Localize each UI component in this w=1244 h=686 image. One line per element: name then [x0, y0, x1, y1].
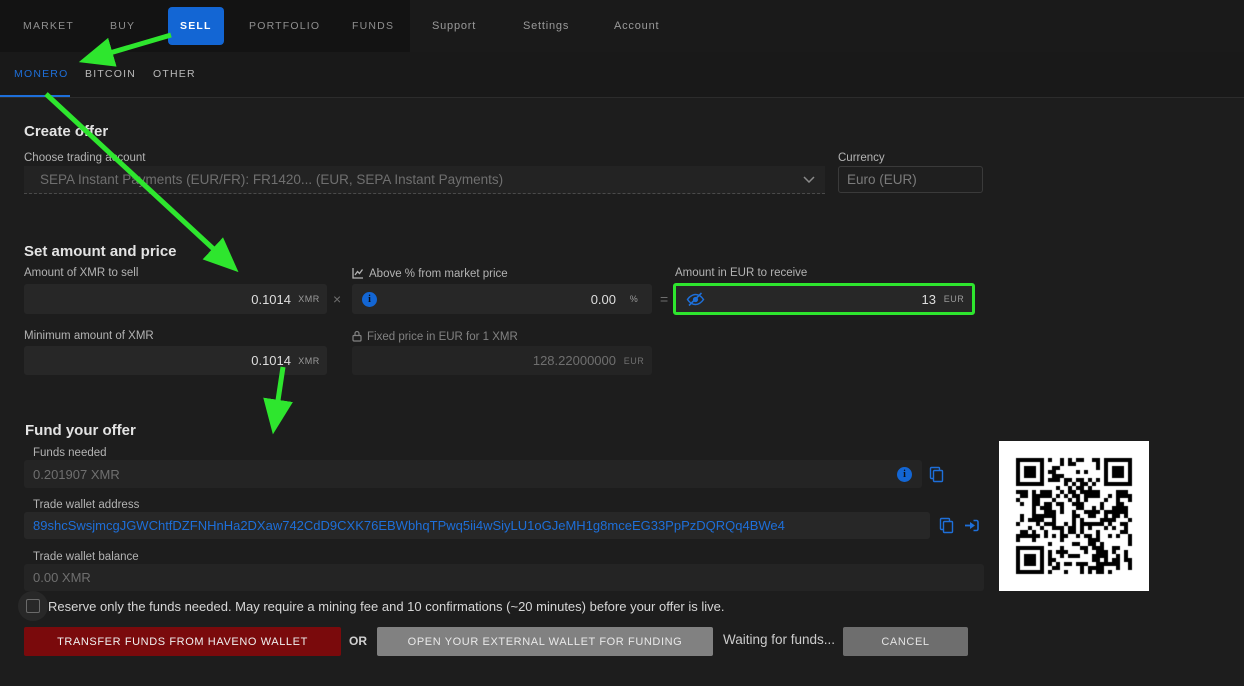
amount-price-heading: Set amount and price	[24, 243, 177, 260]
trading-account-select[interactable]: SEPA Instant Payments (EUR/FR): FR1420..…	[24, 166, 825, 194]
funds-needed-input[interactable]	[24, 467, 887, 482]
nav-item-sell[interactable]: SELL	[168, 7, 224, 45]
market-pct-field: i %	[352, 284, 652, 314]
info-icon[interactable]: i	[362, 292, 377, 307]
cancel-button[interactable]: CANCEL	[843, 627, 968, 656]
receive-amount-label: Amount in EUR to receive	[675, 267, 807, 279]
wallet-balance-label: Trade wallet balance	[33, 551, 139, 563]
wallet-address-field	[24, 512, 930, 539]
eur-suffix: EUR	[936, 294, 972, 304]
chevron-down-icon	[803, 176, 815, 183]
equals-sign: =	[660, 291, 668, 307]
multiply-sign: ×	[333, 291, 341, 307]
tab-other[interactable]: OTHER	[153, 52, 196, 97]
fund-offer-heading: Fund your offer	[25, 422, 136, 439]
lock-icon	[352, 330, 362, 345]
tab-monero[interactable]: MONERO	[14, 52, 68, 97]
fixed-price-label: Fixed price in EUR for 1 XMR	[352, 330, 518, 345]
wallet-address-input[interactable]	[24, 518, 930, 533]
trading-account-value: SEPA Instant Payments (EUR/FR): FR1420..…	[40, 172, 503, 187]
copy-funds-icon[interactable]	[928, 466, 945, 483]
amount-to-sell-field: XMR	[24, 284, 327, 314]
nav-item-account[interactable]: Account	[614, 0, 659, 52]
min-amount-suffix: XMR	[291, 356, 327, 366]
or-label: OR	[349, 634, 367, 648]
reserve-note: Reserve only the funds needed. May requi…	[48, 599, 725, 614]
nav-item-market[interactable]: MARKET	[23, 0, 74, 52]
nav-item-settings[interactable]: Settings	[523, 0, 569, 52]
active-tab-underline	[0, 95, 70, 97]
wallet-address-label: Trade wallet address	[33, 499, 139, 511]
transfer-funds-button[interactable]: TRANSFER FUNDS FROM HAVENO WALLET	[24, 627, 341, 656]
currency-label: Currency	[838, 152, 885, 164]
nav-item-buy[interactable]: BUY	[110, 0, 135, 52]
pct-suffix: %	[616, 294, 652, 304]
fixed-price-input[interactable]	[352, 353, 616, 368]
receive-amount-input[interactable]	[705, 292, 936, 307]
currency-tabs: MONERO BITCOIN OTHER	[0, 52, 1244, 98]
create-offer-heading: Create offer	[24, 123, 108, 140]
eye-slash-icon[interactable]	[686, 292, 705, 307]
top-navigation: MARKET BUY SELL PORTFOLIO FUNDS Support …	[0, 0, 1244, 52]
minimum-amount-field: XMR	[24, 346, 327, 375]
nav-item-portfolio[interactable]: PORTFOLIO	[249, 0, 320, 52]
nav-item-funds[interactable]: FUNDS	[352, 0, 394, 52]
amount-to-sell-input[interactable]	[24, 292, 291, 307]
tab-bitcoin[interactable]: BITCOIN	[85, 52, 136, 97]
funds-needed-label: Funds needed	[33, 447, 107, 459]
market-pct-input[interactable]	[377, 292, 616, 307]
reserve-checkbox[interactable]	[26, 599, 40, 613]
amount-suffix: XMR	[291, 294, 327, 304]
minimum-amount-input[interactable]	[24, 353, 291, 368]
trading-account-label: Choose trading account	[24, 152, 145, 164]
copy-address-icon[interactable]	[938, 517, 955, 534]
funds-info-icon[interactable]: i	[897, 467, 912, 482]
nav-item-support[interactable]: Support	[432, 0, 476, 52]
receive-amount-field: EUR	[673, 283, 975, 315]
minimum-amount-label: Minimum amount of XMR	[24, 330, 154, 342]
wallet-balance-field	[24, 564, 984, 591]
funds-needed-field: i	[24, 460, 922, 488]
amount-to-sell-label: Amount of XMR to sell	[24, 267, 138, 279]
external-wallet-button[interactable]: OPEN YOUR EXTERNAL WALLET FOR FUNDING	[377, 627, 713, 656]
fixed-price-suffix: EUR	[616, 356, 652, 366]
create-sell-offer-page: MARKET BUY SELL PORTFOLIO FUNDS Support …	[0, 0, 1244, 686]
fixed-price-field: EUR	[352, 346, 652, 375]
wallet-qr-code	[999, 441, 1149, 591]
line-chart-icon	[352, 267, 364, 282]
waiting-status: Waiting for funds...	[723, 632, 835, 647]
market-pct-label: Above % from market price	[352, 267, 508, 282]
open-wallet-arrow-icon[interactable]	[964, 518, 980, 533]
currency-field[interactable]	[838, 166, 983, 193]
wallet-balance-input[interactable]	[24, 570, 984, 585]
